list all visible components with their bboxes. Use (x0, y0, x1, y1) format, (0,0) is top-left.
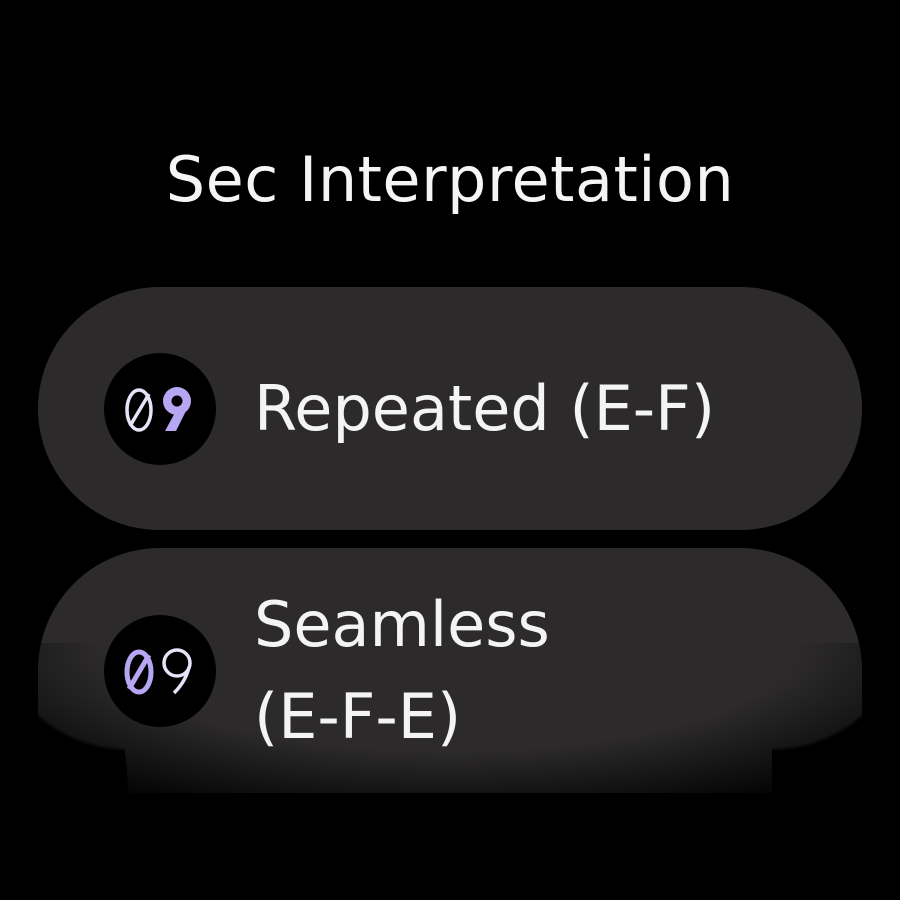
digits-09-outline-icon (104, 614, 216, 727)
watch-screen: Sec Interpretation Repeated (E-F) Seamle… (0, 0, 900, 900)
digits-09-outline-glyph (124, 647, 192, 694)
option-seamless-chip[interactable]: Seamless (E-F-E) (38, 548, 862, 793)
option-repeated-chip[interactable]: Repeated (E-F) (38, 287, 862, 530)
digits-09-icon (104, 352, 216, 465)
digits-09-glyph (125, 386, 191, 432)
bezel-mask-right (772, 613, 862, 793)
option-label: Seamless (E-F-E) (254, 587, 550, 753)
page-title: Sec Interpretation (165, 143, 735, 216)
option-label: Repeated (E-F) (254, 371, 716, 445)
